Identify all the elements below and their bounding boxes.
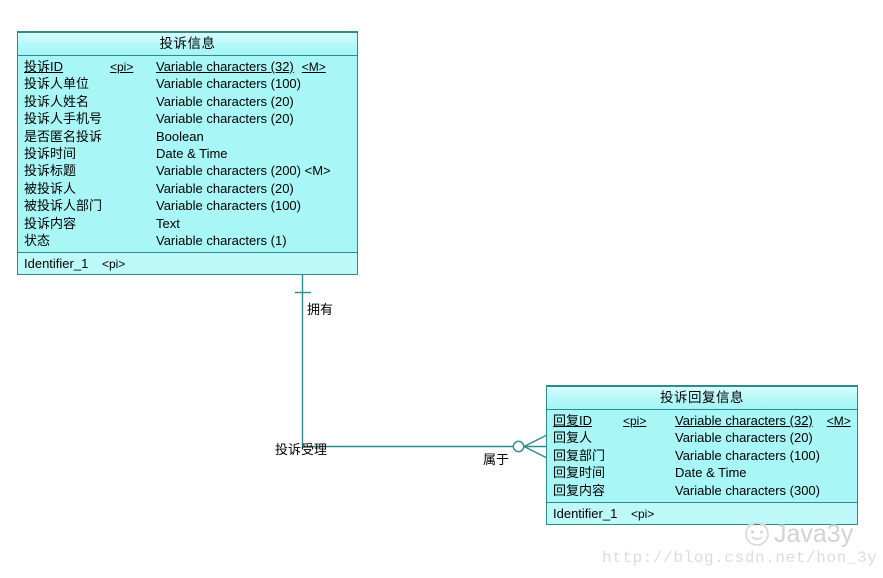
attribute-row[interactable]: 投诉人姓名 Variable characters (20) [18, 93, 357, 110]
identifier-label: Identifier_1 [553, 505, 618, 521]
attribute-mandatory-tag: <M> [826, 414, 851, 428]
attribute-row[interactable]: 回复ID <pi> Variable characters (32) <M> [547, 412, 857, 429]
diagram-canvas: 投诉信息 投诉ID <pi> Variable characters (32) … [0, 0, 883, 578]
attribute-pi-tag: <pi> [623, 414, 647, 428]
entity-attribute-list: 投诉ID <pi> Variable characters (32) <M> 投… [18, 56, 357, 253]
attribute-row[interactable]: 投诉标题 Variable characters (200) <M> [18, 162, 357, 179]
attribute-type: Variable characters (32) [675, 413, 813, 428]
attribute-row[interactable]: 回复时间 Date & Time [547, 464, 857, 481]
watermark-logo-text: Java3y [774, 519, 854, 548]
attribute-row[interactable]: 投诉人单位 Variable characters (100) [18, 75, 357, 92]
attribute-row[interactable]: 回复部门 Variable characters (100) [547, 447, 857, 464]
attribute-name: 回复人 [553, 430, 593, 446]
entity-title: 投诉回复信息 [547, 387, 857, 410]
attribute-type: Variable characters (20) [156, 111, 294, 127]
attribute-type: Variable characters (20) [675, 430, 813, 446]
entity-complaint-info[interactable]: 投诉信息 投诉ID <pi> Variable characters (32) … [17, 31, 358, 276]
cardinality-circle-zero [512, 440, 525, 453]
attribute-type: Variable characters (200) <M> [156, 163, 331, 179]
identifier-label: Identifier_1 [24, 256, 89, 272]
relationship-label-accept[interactable]: 投诉受理 [275, 439, 327, 458]
attribute-mandatory-tag: <M> [301, 60, 326, 74]
attribute-name: 投诉人单位 [24, 76, 90, 92]
attribute-name: 投诉人手机号 [24, 111, 103, 127]
attribute-name: 回复ID [553, 413, 593, 428]
attribute-row[interactable]: 是否匿名投诉 Boolean [18, 128, 357, 145]
attribute-type: Variable characters (20) [156, 180, 294, 196]
attribute-row[interactable]: 被投诉人 Variable characters (20) [18, 180, 357, 197]
attribute-name: 投诉人姓名 [24, 93, 90, 109]
crows-foot-many [523, 434, 548, 459]
attribute-row[interactable]: 回复内容 Variable characters (300) [547, 482, 857, 499]
watermark-url: http://blog.csdn.net/hon_3y [602, 549, 878, 567]
identifier-pi-tag: <pi> [101, 257, 126, 272]
attribute-name: 回复内容 [553, 482, 606, 498]
attribute-type: Variable characters (100) [156, 198, 301, 214]
attribute-pi-tag: <pi> [110, 60, 134, 74]
entity-complaint-reply-info[interactable]: 投诉回复信息 回复ID <pi> Variable characters (32… [546, 385, 858, 525]
entity-identifier-row[interactable]: Identifier_1 <pi> [547, 501, 857, 524]
attribute-name: 被投诉人部门 [24, 198, 103, 214]
attribute-type: Variable characters (20) [156, 93, 294, 109]
attribute-row[interactable]: 投诉人手机号 Variable characters (20) [18, 110, 357, 127]
entity-title: 投诉信息 [18, 33, 357, 56]
attribute-type: Variable characters (300) [675, 482, 820, 498]
entity-attribute-list: 回复ID <pi> Variable characters (32) <M> 回… [547, 410, 857, 502]
attribute-name: 回复时间 [553, 465, 606, 481]
attribute-type: Date & Time [675, 465, 747, 481]
attribute-type: Text [156, 215, 180, 231]
attribute-name: 回复部门 [553, 447, 606, 463]
attribute-row[interactable]: 状态 Variable characters (1) [18, 232, 357, 249]
attribute-row[interactable]: 投诉内容 Text [18, 215, 357, 232]
attribute-type: Variable characters (100) [156, 76, 301, 92]
attribute-type: Variable characters (32) [156, 59, 294, 74]
attribute-name: 投诉ID [24, 59, 64, 74]
entity-identifier-row[interactable]: Identifier_1 <pi> [18, 252, 357, 275]
attribute-name: 被投诉人 [24, 180, 77, 196]
identifier-pi-tag: <pi> [630, 506, 655, 521]
attribute-name: 投诉内容 [24, 215, 77, 231]
attribute-row[interactable]: 被投诉人部门 Variable characters (100) [18, 197, 357, 214]
attribute-name: 投诉标题 [24, 163, 77, 179]
attribute-row[interactable]: 投诉ID <pi> Variable characters (32) <M> [18, 58, 357, 75]
attribute-name: 状态 [24, 232, 51, 248]
attribute-row[interactable]: 投诉时间 Date & Time [18, 145, 357, 162]
attribute-type: Variable characters (100) [675, 447, 820, 463]
attribute-type: Date & Time [156, 145, 228, 161]
relationship-label-owns[interactable]: 拥有 [307, 299, 333, 318]
attribute-row[interactable]: 回复人 Variable characters (20) [547, 429, 857, 446]
attribute-type: Boolean [156, 128, 204, 144]
attribute-type: Variable characters (1) [156, 232, 287, 248]
attribute-name: 是否匿名投诉 [24, 128, 103, 144]
attribute-name: 投诉时间 [24, 145, 77, 161]
relationship-label-belong[interactable]: 属于 [483, 449, 509, 468]
